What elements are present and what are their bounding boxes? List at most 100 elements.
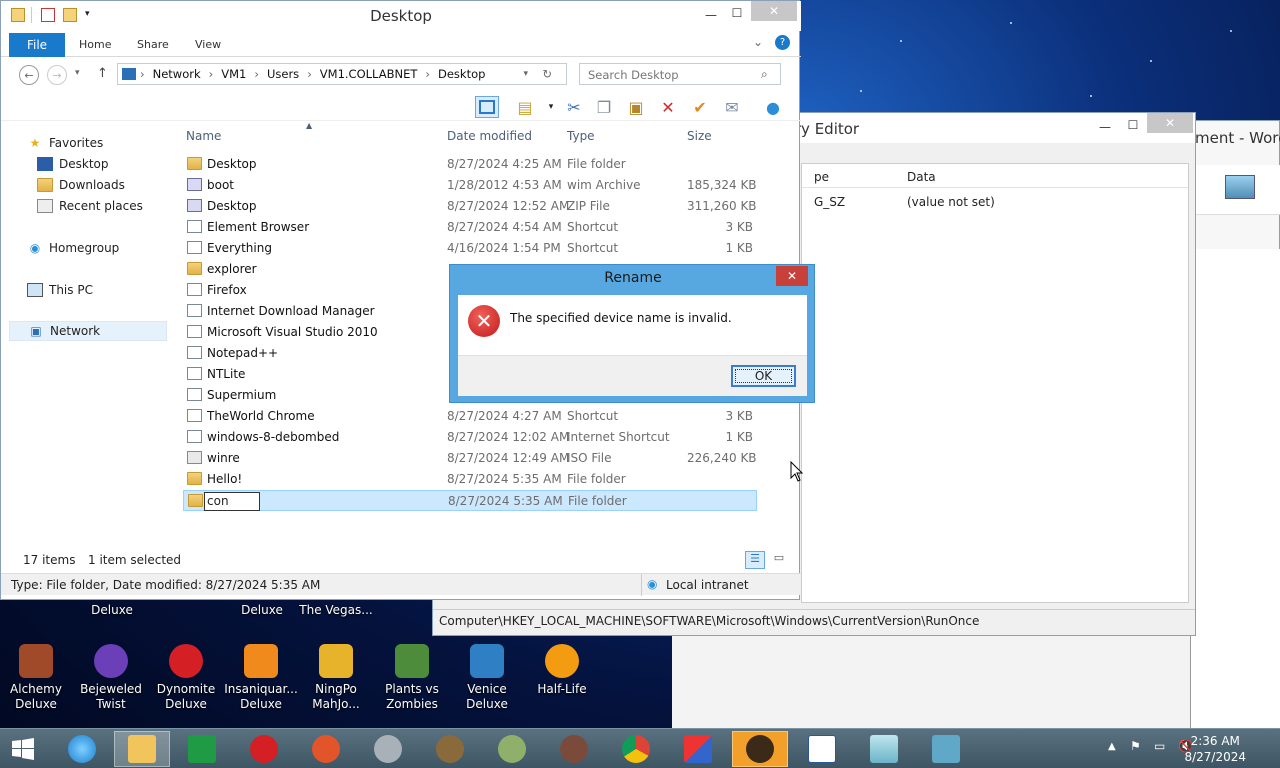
tab-share[interactable]: Share xyxy=(137,38,169,51)
desktop-icon-dynomite[interactable]: Dynomite Deluxe xyxy=(148,644,224,712)
col-data[interactable]: Data xyxy=(907,170,936,184)
rename-input[interactable]: con xyxy=(204,492,260,511)
move-to-icon[interactable]: ▤ xyxy=(513,96,537,118)
file-row[interactable]: Element Browser 8/27/2024 4:54 AM Shortcut… xyxy=(183,217,757,238)
taskbar-word[interactable] xyxy=(794,731,850,767)
show-hidden-icons-icon[interactable]: ▲ xyxy=(1108,741,1116,752)
word-window[interactable]: ment - Word xyxy=(1190,120,1280,729)
nav-downloads[interactable]: Downloads xyxy=(9,175,167,195)
details-view-icon[interactable]: ☰ xyxy=(745,551,765,569)
minimize-button[interactable]: — xyxy=(699,5,723,25)
search-input[interactable]: Search Desktop xyxy=(579,63,781,85)
maximize-button[interactable]: ☐ xyxy=(725,3,749,23)
taskbar-app[interactable] xyxy=(298,731,354,767)
address-bar[interactable]: › Network › VM1 › Users › VM1.COLLABNET … xyxy=(117,63,567,85)
desktop-icon-alchemy[interactable]: Alchemy Deluxe xyxy=(0,644,74,712)
col-type[interactable]: pe xyxy=(814,170,829,184)
taskbar-plants-vs-zombies[interactable] xyxy=(484,731,540,767)
desktop-icon-insaniquarium[interactable]: Insaniquar... Deluxe xyxy=(223,644,299,712)
breadcrumb-users[interactable]: Users xyxy=(267,67,299,81)
taskbar-app[interactable] xyxy=(422,731,478,767)
taskbar-app[interactable] xyxy=(546,731,602,767)
dialog-close-button[interactable]: ✕ xyxy=(776,266,808,286)
rename-check-icon[interactable]: ✔ xyxy=(688,96,712,118)
breadcrumb-vm1[interactable]: VM1 xyxy=(221,67,246,81)
up-arrow-icon[interactable]: ↑ xyxy=(97,66,108,81)
network-icon[interactable]: ▭ xyxy=(1154,739,1165,753)
copy-icon[interactable]: ❐ xyxy=(592,96,616,118)
desktop-icon-half-life[interactable]: Half-Life xyxy=(524,644,600,697)
nav-this-pc[interactable]: This PC xyxy=(9,280,167,300)
taskbar-registry-editor[interactable] xyxy=(918,731,974,767)
breadcrumb-network[interactable]: Network xyxy=(153,67,201,81)
column-type[interactable]: Type xyxy=(567,129,595,143)
file-row[interactable]: Everything 4/16/2024 1:54 PM Shortcut 1 KB xyxy=(183,238,757,259)
paste-icon[interactable]: ▣ xyxy=(624,96,648,118)
taskbar-app[interactable] xyxy=(670,731,726,767)
breadcrumb-collabnet[interactable]: VM1.COLLABNET xyxy=(320,67,418,81)
email-icon[interactable]: ✉ xyxy=(720,96,744,118)
help-icon[interactable]: ? xyxy=(775,35,790,50)
taskbar-chrome[interactable] xyxy=(608,731,664,767)
nav-desktop[interactable]: Desktop xyxy=(9,154,167,174)
refresh-icon[interactable]: ↻ xyxy=(542,67,552,81)
taskbar-dynomite[interactable] xyxy=(236,731,292,767)
file-row[interactable]: Hello! 8/27/2024 5:35 AM File folder xyxy=(183,469,757,490)
tab-home[interactable]: Home xyxy=(79,38,111,51)
word-document[interactable] xyxy=(1191,249,1280,729)
tab-view[interactable]: View xyxy=(195,38,221,51)
chevron-down-icon[interactable]: ▾ xyxy=(539,96,563,118)
globe-icon[interactable]: ● xyxy=(761,96,785,118)
large-icons-view-icon[interactable]: ▭ xyxy=(771,551,787,569)
star xyxy=(1150,60,1152,62)
nav-favorites[interactable]: ★ Favorites xyxy=(9,133,167,153)
desktop-icon-ningpo[interactable]: NingPo MahJo... xyxy=(298,644,374,712)
preview-pane-icon[interactable] xyxy=(475,96,499,118)
nav-network[interactable]: ▣ Network xyxy=(9,321,167,341)
file-row[interactable]: TheWorld Chrome 8/27/2024 4:27 AM Shortcut… xyxy=(183,406,757,427)
taskbar-app[interactable] xyxy=(360,731,416,767)
clock[interactable]: 2:36 AM 8/27/2024 xyxy=(1184,733,1246,765)
taskbar-app[interactable] xyxy=(856,731,912,767)
delete-icon[interactable]: ✕ xyxy=(656,96,680,118)
file-row[interactable]: winre 8/27/2024 12:49 AM ISO File 226,240 K… xyxy=(183,448,757,469)
recent-locations-icon[interactable]: ▾ xyxy=(75,68,80,78)
file-row[interactable]: Desktop 8/27/2024 12:52 AM ZIP File 311,260… xyxy=(183,196,757,217)
action-center-icon[interactable]: ⚑ xyxy=(1130,739,1141,753)
column-name[interactable]: Name xyxy=(186,129,221,143)
back-button[interactable]: ← xyxy=(19,65,39,85)
desktop-icon-plants-vs-zombies[interactable]: Plants vs Zombies xyxy=(374,644,450,712)
regedit-values-pane[interactable]: pe Data G_SZ (value not set) xyxy=(801,163,1189,603)
breadcrumb-desktop[interactable]: Desktop xyxy=(438,67,485,81)
taskbar-internet-explorer[interactable] xyxy=(54,731,110,767)
file-row[interactable]: Desktop 8/27/2024 4:25 AM File folder xyxy=(183,154,757,175)
picture-icon[interactable] xyxy=(1225,175,1255,199)
desktop-icon-bejeweled[interactable]: Bejeweled Twist xyxy=(73,644,149,712)
chevron-down-icon[interactable]: ▾ xyxy=(523,69,528,79)
cut-icon[interactable]: ✂ xyxy=(562,96,586,118)
forward-button[interactable]: → xyxy=(47,65,67,85)
close-button[interactable]: ✕ xyxy=(751,1,797,21)
expand-ribbon-icon[interactable]: ⌄ xyxy=(753,35,763,49)
file-row-renaming[interactable]: con 8/27/2024 5:35 AM File folder xyxy=(183,490,757,511)
tab-file[interactable]: File xyxy=(9,33,65,57)
file-size: 1 KB xyxy=(725,241,753,255)
maximize-button[interactable]: ☐ xyxy=(1121,115,1145,135)
start-button[interactable] xyxy=(0,731,46,767)
ok-button[interactable]: OK xyxy=(731,365,796,387)
close-button[interactable]: ✕ xyxy=(1147,113,1193,133)
desktop-icon-venice[interactable]: Venice Deluxe xyxy=(449,644,525,712)
column-size[interactable]: Size xyxy=(687,129,712,143)
taskbar-file-explorer[interactable] xyxy=(114,731,170,767)
rename-error-dialog[interactable]: Rename ✕ ✕ The specified device name is … xyxy=(449,264,815,403)
nav-recent-places[interactable]: Recent places xyxy=(9,196,167,216)
regedit-value-row[interactable]: G_SZ (value not set) xyxy=(802,192,1188,212)
minimize-button[interactable]: — xyxy=(1093,117,1117,137)
navigation-pane: ★ Favorites Desktop Downloads Recent plac… xyxy=(9,127,169,547)
column-date-modified[interactable]: Date modified xyxy=(447,129,532,143)
taskbar-store[interactable] xyxy=(174,731,230,767)
file-row[interactable]: windows-8-debombed 8/27/2024 12:02 AM Inte… xyxy=(183,427,757,448)
nav-homegroup[interactable]: ◉ Homegroup xyxy=(9,238,167,258)
taskbar-half-life[interactable] xyxy=(732,731,788,767)
file-row[interactable]: boot 1/28/2012 4:53 AM wim Archive 185,324 … xyxy=(183,175,757,196)
